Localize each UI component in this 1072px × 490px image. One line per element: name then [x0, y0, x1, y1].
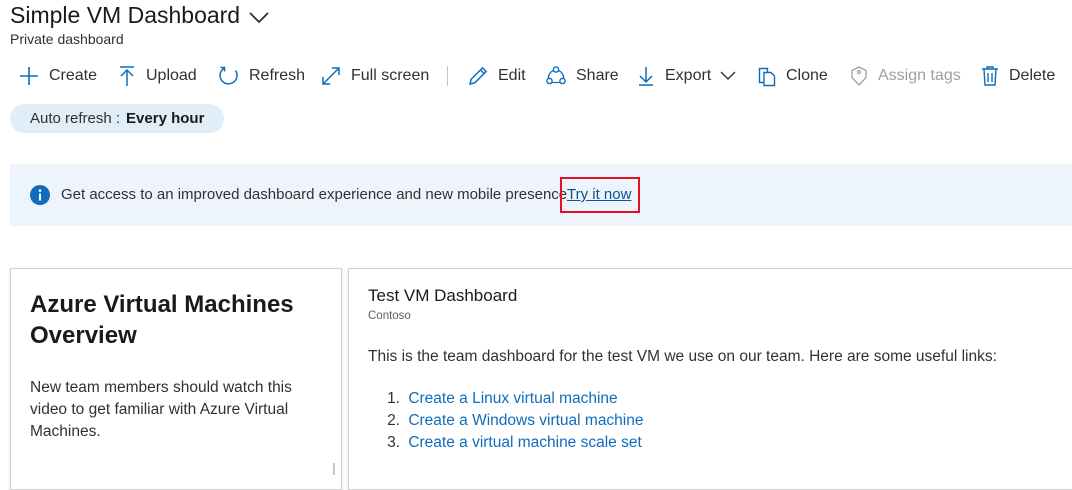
tag-icon — [851, 66, 867, 86]
share-button[interactable]: Share — [545, 62, 619, 90]
create-button[interactable]: Create — [18, 62, 97, 90]
auto-refresh-label: Auto refresh : — [30, 110, 121, 127]
create-label: Create — [49, 67, 98, 84]
test-vm-tile-subtitle: Contoso — [368, 310, 411, 322]
clone-button[interactable]: Clone — [757, 62, 828, 90]
refresh-label: Refresh — [249, 67, 306, 84]
info-icon — [30, 185, 50, 205]
edit-label: Edit — [498, 67, 526, 84]
overview-tile-body: New team members should watch this video… — [30, 379, 292, 440]
upload-icon — [120, 66, 134, 86]
pencil-icon — [468, 66, 488, 86]
full-screen-label: Full screen — [351, 67, 430, 84]
banner-message: Get access to an improved dashboard expe… — [61, 186, 568, 203]
useful-links-list: 1. Create a Linux virtual machine 2. Cre… — [368, 388, 644, 454]
share-icon — [546, 66, 566, 85]
list-number: 1. — [387, 390, 400, 407]
page-subtitle: Private dashboard — [10, 31, 124, 47]
toolbar-divider — [447, 66, 448, 86]
chevron-down-icon[interactable] — [246, 7, 272, 27]
create-linux-vm-link[interactable]: Create a Linux virtual machine — [408, 390, 617, 407]
refresh-button[interactable]: Refresh — [218, 62, 305, 90]
list-number: 2. — [387, 412, 400, 429]
plus-icon — [20, 67, 38, 85]
refresh-icon — [219, 66, 238, 85]
share-label: Share — [576, 67, 619, 84]
page-title: Simple VM Dashboard — [10, 2, 241, 28]
download-icon — [639, 67, 653, 86]
export-label: Export — [665, 67, 712, 84]
list-item: 1. Create a Linux virtual machine — [368, 388, 644, 410]
export-button[interactable]: Export — [636, 62, 737, 90]
list-item: 2. Create a Windows virtual machine — [368, 410, 643, 432]
test-vm-tile-intro: This is the team dashboard for the test … — [368, 348, 997, 365]
tile-scrollbar[interactable] — [333, 463, 335, 475]
clone-label: Clone — [786, 67, 828, 84]
delete-button[interactable]: Delete — [980, 62, 1055, 90]
overview-tile-title: Azure Virtual Machines Overview — [30, 291, 294, 349]
full-screen-button[interactable]: Full screen — [320, 62, 429, 90]
test-vm-tile-title: Test VM Dashboard — [368, 286, 518, 305]
create-scale-set-link[interactable]: Create a virtual machine scale set — [408, 434, 641, 451]
edit-button[interactable]: Edit — [467, 62, 526, 90]
auto-refresh-value: Every hour — [126, 110, 205, 127]
assign-tags-label: Assign tags — [878, 67, 961, 84]
list-number: 3. — [387, 434, 400, 451]
delete-label: Delete — [1009, 67, 1056, 84]
list-item: 3. Create a virtual machine scale set — [368, 432, 644, 454]
copy-icon — [758, 67, 776, 87]
chevron-down-icon — [720, 71, 736, 80]
upload-label: Upload — [146, 67, 197, 84]
trash-icon — [982, 66, 998, 86]
create-windows-vm-link[interactable]: Create a Windows virtual machine — [408, 412, 643, 429]
try-it-now-link[interactable]: Try it now — [567, 186, 631, 203]
upload-button[interactable]: Upload — [117, 62, 197, 90]
expand-icon — [322, 67, 340, 85]
auto-refresh-pill[interactable]: Auto refresh : Every hour — [10, 104, 225, 133]
assign-tags-button[interactable]: Assign tags — [849, 62, 961, 90]
